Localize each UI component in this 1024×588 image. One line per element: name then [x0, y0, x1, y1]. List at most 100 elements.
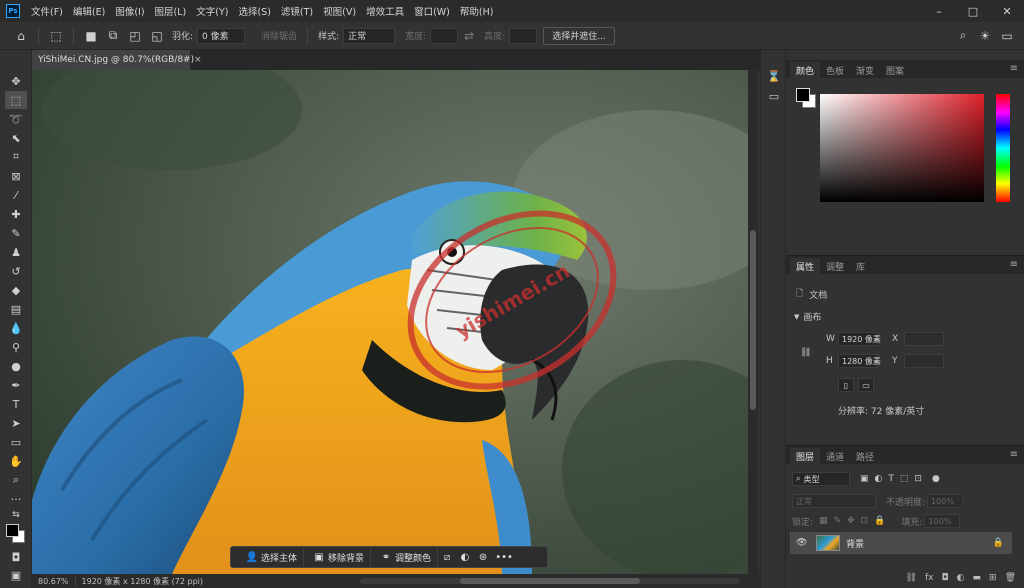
discover-icon[interactable]: ☀	[974, 26, 996, 46]
y-field[interactable]	[904, 354, 944, 368]
home-icon[interactable]: ⌂	[10, 26, 32, 46]
transform-icon[interactable]: ⧄	[438, 552, 456, 563]
menu-filter[interactable]: 滤镜(T)	[276, 4, 318, 18]
minimize-button[interactable]: –	[922, 0, 956, 22]
blend-mode-select[interactable]: 正常	[792, 494, 876, 508]
foreground-color-swatch[interactable]	[6, 524, 19, 537]
select-and-mask-button[interactable]: 选择并遮住...	[543, 26, 615, 45]
swap-colors-icon[interactable]: ⇆	[5, 506, 27, 524]
object-selection-tool-icon[interactable]: ⬉	[5, 129, 27, 147]
tab-paths[interactable]: 路径	[850, 448, 880, 464]
rectangle-tool-icon[interactable]: ▭	[5, 433, 27, 451]
antialias-checkbox[interactable]: 消除锯齿	[261, 29, 297, 42]
tab-patterns[interactable]: 图案	[880, 62, 910, 78]
filter-type-icon[interactable]: T	[888, 474, 894, 484]
subtract-selection-icon[interactable]: ◰	[124, 26, 146, 46]
eraser-tool-icon[interactable]: ◆	[5, 281, 27, 299]
maximize-button[interactable]: □	[956, 0, 990, 22]
close-button[interactable]: ✕	[990, 0, 1024, 22]
lock-all-icon[interactable]: 🔒	[874, 516, 885, 526]
swap-dimensions-icon[interactable]: ⇄	[458, 26, 480, 46]
intersect-selection-icon[interactable]: ◱	[146, 26, 168, 46]
rectangular-marquee-tool-icon[interactable]: ⬚	[5, 91, 27, 109]
menu-type[interactable]: 文字(Y)	[191, 4, 233, 18]
dodge-tool-icon[interactable]: ⚲	[5, 338, 27, 356]
menu-window[interactable]: 窗口(W)	[409, 4, 455, 18]
lock-position-icon[interactable]: ✥	[847, 516, 855, 526]
type-tool-icon[interactable]: T	[5, 395, 27, 413]
remove-background-button[interactable]: ▣ 移除背景	[304, 546, 372, 568]
brush-tool-icon[interactable]: ✎	[5, 224, 27, 242]
vertical-scrollbar[interactable]	[748, 70, 758, 574]
menu-plugins[interactable]: 增效工具	[361, 4, 409, 18]
workspace-icon[interactable]: ▭	[996, 26, 1018, 46]
horizontal-scrollbar[interactable]	[360, 578, 740, 584]
foreground-swatch[interactable]	[796, 88, 810, 102]
add-selection-icon[interactable]: ⧉	[102, 26, 124, 46]
sponge-tool-icon[interactable]: ●	[5, 357, 27, 375]
panel-menu-icon[interactable]: ≡	[1010, 259, 1018, 270]
hand-tool-icon[interactable]: ✋	[5, 452, 27, 470]
path-selection-tool-icon[interactable]: ➤	[5, 414, 27, 432]
screen-mode-icon[interactable]: ▣	[5, 566, 27, 584]
menu-edit[interactable]: 编辑(E)	[68, 4, 110, 18]
opacity-field[interactable]: 100%	[927, 494, 964, 508]
clone-stamp-tool-icon[interactable]: ♟	[5, 243, 27, 261]
comments-panel-icon[interactable]: ▭	[766, 88, 782, 104]
filter-adjustment-icon[interactable]: ◐	[875, 474, 883, 484]
lasso-tool-icon[interactable]: ➰	[5, 110, 27, 128]
tab-channels[interactable]: 通道	[820, 448, 850, 464]
lock-pixels-icon[interactable]: ✎	[834, 516, 842, 526]
lock-artboard-icon[interactable]: ⊡	[861, 516, 869, 526]
menu-help[interactable]: 帮助(H)	[455, 4, 499, 18]
width-input[interactable]	[430, 27, 459, 44]
link-icon[interactable]: ⛓	[800, 348, 811, 358]
x-field[interactable]	[904, 332, 944, 346]
fill-field[interactable]: 100%	[924, 514, 961, 528]
new-layer-icon[interactable]: ⊞	[989, 573, 997, 583]
style-select[interactable]: 正常	[343, 27, 396, 44]
width-field[interactable]: 1920 像素	[838, 332, 881, 346]
quick-mask-icon[interactable]: ◘	[5, 548, 27, 566]
filter-shape-icon[interactable]: ⬚	[900, 474, 909, 484]
more-options-icon[interactable]: •••	[492, 552, 516, 563]
scrollbar-thumb[interactable]	[750, 230, 756, 410]
document-canvas[interactable]: yishimei.cn	[32, 70, 748, 574]
tab-color[interactable]: 颜色	[790, 62, 821, 78]
delete-layer-icon[interactable]: 🗑	[1005, 573, 1016, 583]
frame-tool-icon[interactable]: ⊠	[5, 167, 27, 185]
close-tab-icon[interactable]: ×	[194, 55, 202, 65]
history-panel-icon[interactable]: ⌛	[766, 68, 782, 84]
menu-select[interactable]: 选择(S)	[233, 4, 275, 18]
search-icon[interactable]: ⌕	[952, 26, 974, 46]
menu-image[interactable]: 图像(I)	[110, 4, 149, 18]
mask-icon[interactable]: ◐	[456, 552, 474, 563]
select-subject-button[interactable]: 👤 选择主体	[237, 546, 305, 568]
tab-properties[interactable]: 属性	[790, 258, 821, 274]
marquee-preset-icon[interactable]: ⬚	[45, 26, 67, 46]
lock-transparency-icon[interactable]: ▦	[819, 516, 828, 526]
menu-view[interactable]: 视图(V)	[318, 4, 361, 18]
move-tool-icon[interactable]: ✥	[5, 72, 27, 90]
blur-tool-icon[interactable]: 💧	[5, 319, 27, 337]
tab-adjustments[interactable]: 调整	[820, 258, 850, 274]
tab-swatches[interactable]: 色板	[820, 62, 850, 78]
new-group-icon[interactable]: ▬	[973, 573, 982, 583]
crop-tool-icon[interactable]: ⌗	[5, 148, 27, 166]
pen-tool-icon[interactable]: ✒	[5, 376, 27, 394]
healing-brush-tool-icon[interactable]: ✚	[5, 205, 27, 223]
filter-pixel-icon[interactable]: ▣	[860, 474, 869, 484]
new-adjustment-icon[interactable]: ◐	[957, 573, 965, 583]
history-brush-tool-icon[interactable]: ↺	[5, 262, 27, 280]
panel-menu-icon[interactable]: ≡	[1010, 449, 1018, 460]
add-mask-icon[interactable]: ◘	[942, 573, 949, 583]
zoom-tool-icon[interactable]: ⌕	[5, 471, 27, 489]
new-selection-icon[interactable]: ■	[80, 26, 102, 46]
tab-libraries[interactable]: 库	[850, 258, 871, 274]
height-field[interactable]: 1280 像素	[838, 354, 881, 368]
feather-input[interactable]: 0 像素	[197, 27, 246, 44]
menu-layer[interactable]: 图层(L)	[150, 4, 192, 18]
visibility-eye-icon[interactable]: 👁	[796, 538, 807, 548]
zoom-level[interactable]: 80.67%	[32, 576, 76, 586]
hue-slider[interactable]	[996, 94, 1010, 202]
